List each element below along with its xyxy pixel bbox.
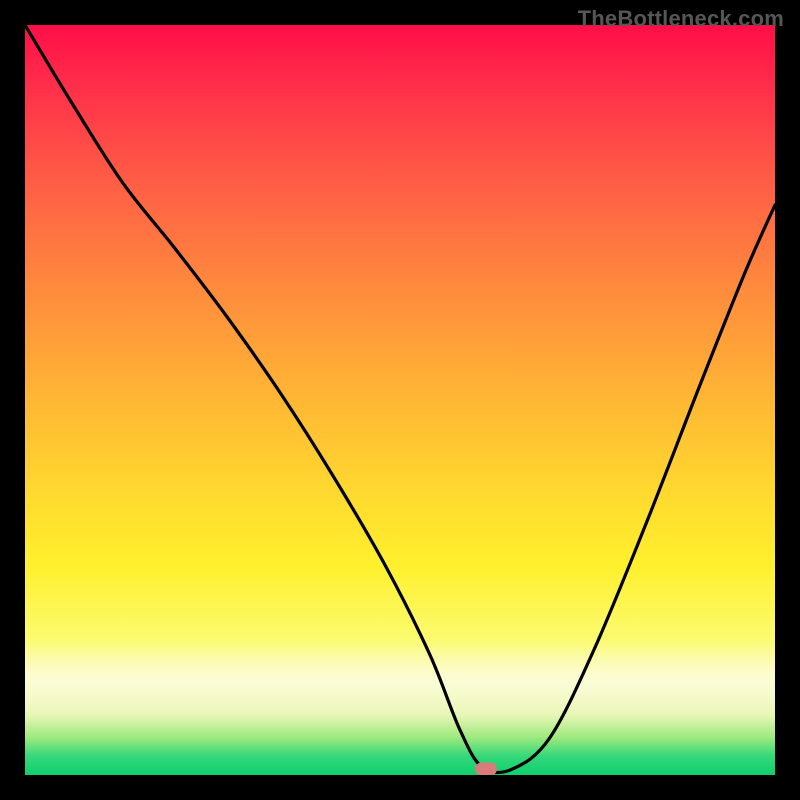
min-marker <box>475 763 497 776</box>
bottleneck-curve <box>25 25 775 775</box>
chart-frame: TheBottleneck.com <box>0 0 800 800</box>
plot-area <box>25 25 775 775</box>
watermark-text: TheBottleneck.com <box>578 6 784 32</box>
